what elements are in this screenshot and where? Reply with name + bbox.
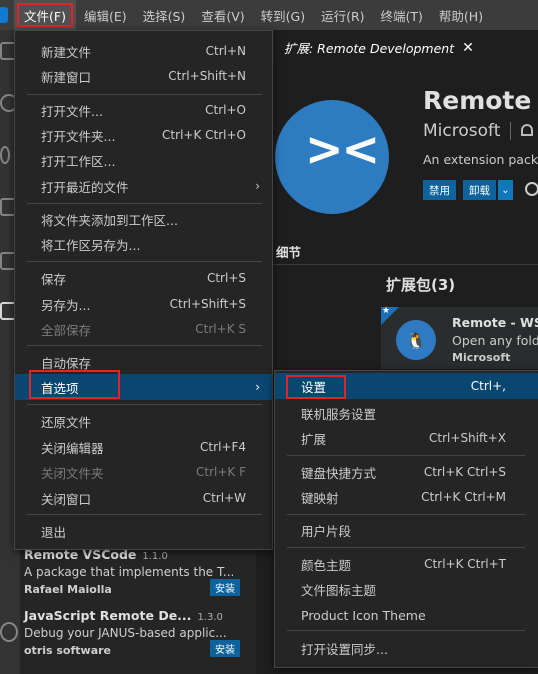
menu-separator [27, 261, 262, 262]
menu-run[interactable]: 运行(R) [313, 0, 372, 30]
menu-item-open-workspace[interactable]: 打开工作区... [15, 147, 272, 173]
chevron-right-icon: › [255, 179, 260, 193]
menu-separator [27, 345, 262, 346]
divider [510, 122, 511, 140]
tab-bar: 扩展: Remote Development ✕ [256, 30, 538, 65]
ext-title: JavaScript Remote De... [24, 608, 192, 623]
menu-item-color-theme[interactable]: 颜色主题 Ctrl+K Ctrl+T [275, 551, 538, 577]
menu-help[interactable]: 帮助(H) [431, 0, 491, 30]
extension-logo: >< [275, 100, 389, 214]
source-control-icon[interactable] [0, 146, 10, 164]
list-item[interactable]: JavaScript Remote De... 1.3.0 Debug your … [24, 608, 254, 657]
tab-remote-development[interactable]: 扩展: Remote Development ✕ [274, 30, 538, 65]
menu-item-new-file[interactable]: 新建文件 Ctrl+N [15, 38, 272, 64]
extension-name: Remote D [423, 86, 538, 115]
highlight-box-preferences [29, 370, 120, 399]
extension-description: An extension pack [423, 152, 538, 167]
tab-details[interactable]: 细节 [276, 242, 301, 261]
menu-separator [27, 514, 262, 515]
menu-separator [27, 203, 262, 204]
menu-terminal[interactable]: 终端(T) [373, 0, 431, 30]
pack-item-name: Remote - WSL [452, 315, 538, 330]
ext-version: 1.1.0 [142, 551, 168, 562]
divider [256, 264, 538, 265]
menu-item-product-icon-theme[interactable]: Product Icon Theme [275, 602, 538, 628]
menu-item-exit[interactable]: 退出 [15, 518, 272, 544]
pack-item-description: Open any folde [452, 333, 538, 348]
ext-version: 1.3.0 [197, 612, 223, 623]
vscode-logo-icon [0, 7, 8, 23]
install-button[interactable]: 安装 [210, 579, 240, 596]
account-icon[interactable] [0, 622, 18, 642]
menu-item-close-folder: 关闭文件夹 Ctrl+K F [41, 465, 246, 481]
ext-description: A package that implements the T... [24, 565, 235, 579]
menu-item-save[interactable]: 保存 Ctrl+S [15, 265, 272, 291]
menu-item-open-recent[interactable]: 打开最近的文件 › [15, 173, 272, 199]
menu-item-keymaps[interactable]: 键映射 Ctrl+K Ctrl+M [275, 484, 538, 510]
menu-item-file-icon-theme[interactable]: 文件图标主题 [275, 576, 538, 602]
list-item[interactable]: Remote VSCode 1.1.0 A package that implem… [24, 547, 254, 596]
menu-item-new-window[interactable]: 新建窗口 Ctrl+Shift+N [15, 63, 272, 89]
menu-item-save-as[interactable]: 另存为... Ctrl+Shift+S [15, 291, 272, 317]
menu-go[interactable]: 转到(G) [253, 0, 313, 30]
menu-item-extensions[interactable]: 扩展 Ctrl+Shift+X [275, 425, 538, 451]
pack-item-publisher: Microsoft [452, 351, 511, 364]
menu-separator [287, 547, 525, 548]
menu-separator [287, 455, 525, 456]
file-menu: 新建文件 Ctrl+N 新建窗口 Ctrl+Shift+N 打开文件... Ctrl+… [14, 30, 273, 550]
linux-penguin-icon: 🐧 [396, 320, 436, 360]
chevron-down-icon[interactable]: ⌄ [497, 180, 513, 200]
menu-item-open-file[interactable]: 打开文件... Ctrl+O [15, 97, 272, 123]
menu-item-save-all: 全部保存 Ctrl+K S [41, 322, 246, 338]
remote-logo-icon: >< [305, 122, 380, 176]
menu-item-close-window[interactable]: 关闭窗口 Ctrl+W [15, 485, 272, 511]
install-button[interactable]: 安装 [210, 640, 240, 657]
menu-item-close-editor[interactable]: 关闭编辑器 Ctrl+F4 [15, 434, 272, 460]
menu-separator [287, 630, 525, 631]
preferences-submenu: 设置 Ctrl+, 联机服务设置 扩展 Ctrl+Shift+X 键盘快捷方式 Ctr… [274, 370, 538, 668]
menu-edit[interactable]: 编辑(E) [76, 0, 135, 30]
disable-button[interactable]: 禁用 [423, 180, 456, 200]
menu-item-revert-file[interactable]: 还原文件 [15, 408, 272, 434]
extension-pack-heading: 扩展包(3) [386, 276, 456, 294]
menu-item-save-workspace-as[interactable]: 将工作区另存为... [15, 231, 272, 257]
menu-item-online-services-settings[interactable]: 联机服务设置 [275, 400, 538, 426]
tab-title: 扩展: Remote Development [284, 41, 455, 56]
menu-item-add-folder-to-workspace[interactable]: 将文件夹添加到工作区... [15, 206, 272, 232]
extension-publisher[interactable]: Microsoft [423, 121, 500, 141]
menu-item-user-snippets[interactable]: 用户片段 [275, 517, 538, 543]
chevron-right-icon: › [255, 380, 260, 394]
menu-item-keyboard-shortcuts[interactable]: 键盘快捷方式 Ctrl+K Ctrl+S [275, 459, 538, 485]
menu-separator [27, 404, 262, 405]
menu-item-settings-sync[interactable]: 打开设置同步... [275, 635, 538, 661]
menu-bar: 文件(F) 编辑(E) 选择(S) 查看(V) 转到(G) 运行(R) 终端(T… [0, 0, 538, 30]
close-icon[interactable]: ✕ [462, 40, 474, 56]
menu-separator [27, 94, 262, 95]
cloud-icon [521, 124, 533, 136]
menu-view[interactable]: 查看(V) [193, 0, 252, 30]
menu-file[interactable]: 文件(F) [14, 0, 76, 30]
ext-description: Debug your JANUS-based applic... [24, 626, 227, 640]
menu-separator [287, 514, 525, 515]
star-icon: ★ [382, 306, 391, 316]
gear-icon[interactable] [525, 182, 538, 196]
menu-item-open-folder[interactable]: 打开文件夹... Ctrl+K Ctrl+O [15, 122, 272, 148]
uninstall-button[interactable]: 卸载 [463, 180, 496, 200]
highlight-box-settings [286, 375, 346, 399]
menu-selection[interactable]: 选择(S) [135, 0, 194, 30]
